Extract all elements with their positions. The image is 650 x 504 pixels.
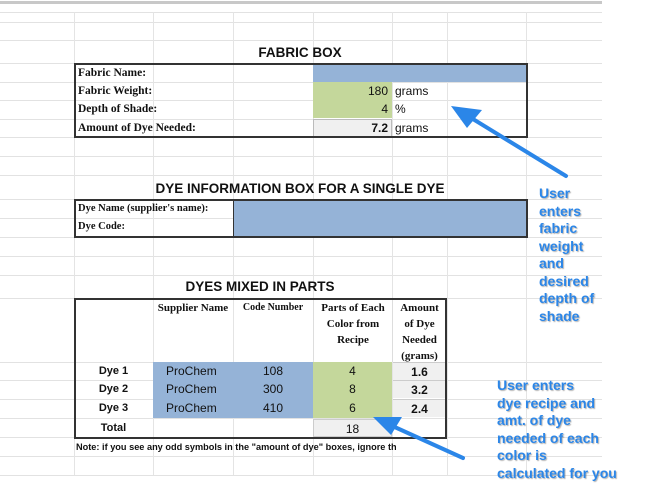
annotation-line: calculated for you [497,464,617,481]
annotation-line: enters [539,202,582,219]
annotation-line: User enters [497,377,575,393]
annotation-line: and [539,255,564,271]
arrow-recipe-icon [373,417,465,460]
annotation-line: weight [539,237,584,254]
arrow-fabric-icon [451,106,568,178]
annotation-fabric: User enters fabric weight and desired depth of… [539,185,594,325]
annotation-line: color is [497,447,547,463]
annotation-line: fabric [539,220,578,236]
annotation-line: shade [539,307,580,324]
annotation-line: desired [539,272,589,289]
annotation-line: needed of each [497,429,599,446]
annotation-line: depth of [539,290,595,306]
annotation-line: User [539,185,571,201]
annotation-line: dye recipe and [497,394,596,411]
annotation-line: amt. of dye [497,412,571,428]
annotation-recipe: User enters dye recipe and amt. of dye need… [497,377,617,482]
